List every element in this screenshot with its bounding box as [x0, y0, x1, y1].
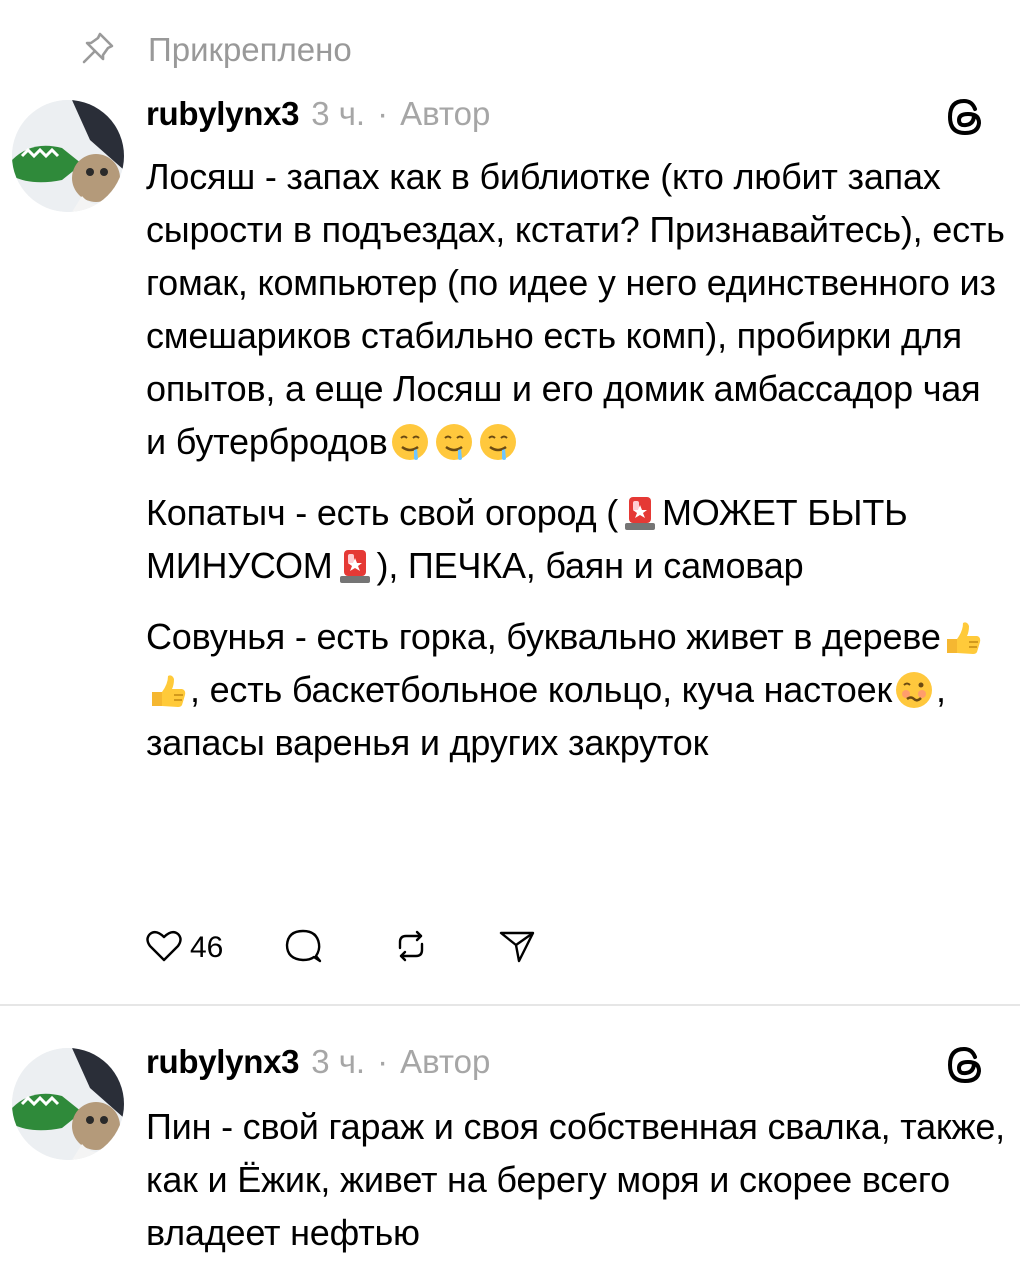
paragraph-text: , есть баскетбольное кольцо, куча настое… — [190, 669, 892, 710]
author-tag: Автор — [400, 1043, 491, 1080]
heart-icon — [144, 926, 184, 971]
like-count: 46 — [190, 931, 224, 964]
paragraph-text: Совунья - есть горка, буквально живет в … — [146, 616, 941, 657]
reply-button[interactable] — [283, 920, 323, 976]
paragraph-text: ), ПЕЧКА, баян и самовар — [376, 545, 804, 586]
drooling-face-emoji — [434, 422, 474, 462]
paragraph-kopatych: Копатыч - есть свой огород (МОЖЕТ БЫТЬ М… — [146, 486, 1006, 592]
pinned-indicator: Прикреплено — [78, 28, 352, 72]
police-light-emoji — [335, 546, 375, 586]
meta-separator: · — [377, 1043, 389, 1080]
timestamp: 3 ч. — [311, 1043, 366, 1080]
police-light-emoji — [620, 493, 660, 533]
paragraph-pin: Пин - свой гараж и своя собственная свал… — [146, 1100, 1006, 1259]
drooling-face-emoji — [478, 422, 518, 462]
post-text: Лосяш - запах как в библиотке (кто любит… — [146, 150, 1006, 787]
paragraph-text: Копатыч - есть свой огород ( — [146, 492, 618, 533]
paragraph-sovunya: Совунья - есть горка, буквально живет в … — [146, 610, 1006, 769]
post-header: rubylynx3 3 ч. · Автор — [146, 1043, 490, 1087]
threads-logo-icon[interactable] — [944, 96, 986, 138]
username[interactable]: rubylynx3 — [146, 95, 300, 133]
pin-icon — [78, 28, 118, 73]
woozy-face-emoji — [894, 670, 934, 710]
threads-logo-icon[interactable] — [944, 1044, 986, 1086]
thumbs-up-emoji — [148, 670, 188, 710]
thumbs-up-emoji — [943, 617, 983, 657]
meta-separator: · — [377, 95, 389, 132]
repost-button[interactable] — [391, 920, 431, 976]
avatar[interactable] — [12, 1048, 124, 1160]
paragraph-text: Лосяш - запах как в библиотке (кто любит… — [146, 156, 1005, 462]
comment-icon — [283, 926, 323, 971]
repost-icon — [391, 926, 431, 971]
paragraph-losyash: Лосяш - запах как в библиотке (кто любит… — [146, 150, 1006, 468]
author-tag: Автор — [400, 95, 491, 132]
drooling-face-emoji — [390, 422, 430, 462]
post-text: Пин - свой гараж и своя собственная свал… — [146, 1100, 1006, 1277]
username[interactable]: rubylynx3 — [146, 1043, 300, 1081]
paragraph-text: Пин - свой гараж и своя собственная свал… — [146, 1106, 1005, 1253]
like-button[interactable]: 46 — [144, 920, 223, 976]
pinned-label: Прикреплено — [148, 31, 352, 68]
post-actions: 46 — [144, 920, 537, 976]
post-header: rubylynx3 3 ч. · Автор — [146, 95, 490, 139]
send-icon — [497, 926, 537, 971]
share-button[interactable] — [497, 920, 537, 976]
post-divider — [0, 1004, 1020, 1006]
avatar[interactable] — [12, 100, 124, 212]
timestamp: 3 ч. — [311, 95, 366, 132]
